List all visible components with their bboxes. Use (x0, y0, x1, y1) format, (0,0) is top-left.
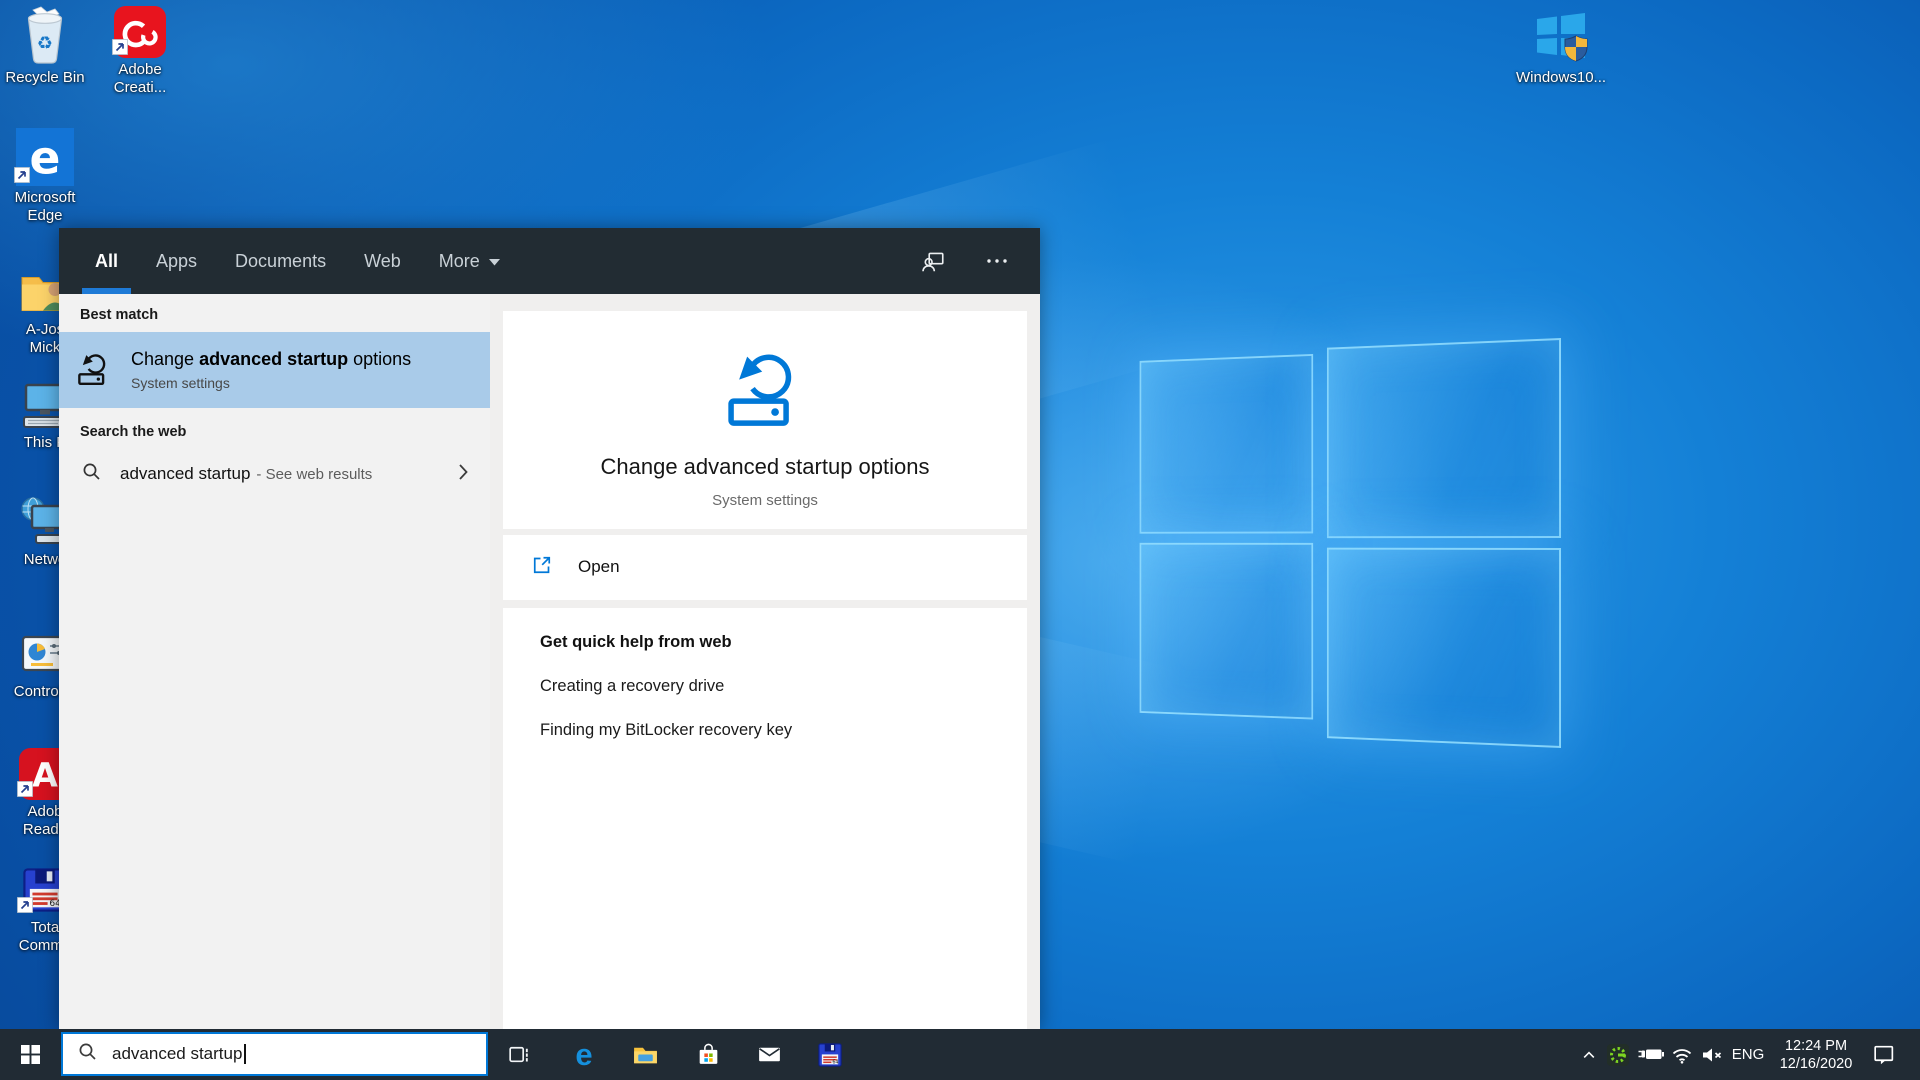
mail-icon (758, 1047, 780, 1062)
tab-label: Documents (235, 250, 327, 271)
result-subtitle: System settings (712, 492, 818, 509)
web-search-result[interactable]: advanced startup - See web results (59, 449, 490, 499)
wallpaper-logo-pane (1326, 338, 1561, 539)
windows-search-panel: All Apps Documents Web More Best match C… (59, 228, 1040, 1031)
search-filter-bar: All Apps Documents Web More (59, 228, 1040, 294)
best-match-text: Change advanced startup options System s… (131, 349, 411, 391)
taskbar: advanced startup e 64 ENG 12:24 PM 12/16… (0, 1029, 1920, 1080)
tray-app-icon[interactable] (1606, 1029, 1630, 1080)
result-title: Change advanced startup options (600, 454, 930, 479)
web-query-text: advanced startup (120, 464, 251, 483)
desktop-icon-label: Recycle Bin (5, 69, 85, 86)
tab-label: All (95, 250, 119, 271)
tab-apps[interactable]: Apps (153, 228, 200, 294)
tray-show-hidden-icons[interactable] (1578, 1029, 1600, 1080)
action-center-button[interactable] (1866, 1029, 1900, 1080)
shortcut-arrow-icon (17, 781, 33, 802)
microsoft-edge-icon: e (14, 128, 74, 188)
adobe-creative-cloud-icon (112, 6, 166, 60)
quick-help-link[interactable]: Finding my BitLocker recovery key (540, 721, 1027, 740)
desktop-icon-label: Windows10... (1516, 69, 1607, 86)
clock-time: 12:24 PM (1784, 1037, 1848, 1054)
user-account-icon[interactable] (916, 244, 950, 278)
search-detail-pane: Change advanced startup options System s… (490, 294, 1040, 1031)
clock-date: 12/16/2020 (1779, 1055, 1853, 1072)
result-preview-card: Change advanced startup options System s… (503, 311, 1027, 529)
tab-documents[interactable]: Documents (232, 228, 329, 294)
taskbar-app-edge[interactable]: e (562, 1029, 606, 1080)
advanced-startup-icon (75, 351, 113, 389)
advanced-startup-icon (721, 347, 809, 440)
web-hint-text: - See web results (256, 465, 373, 483)
taskbar-app-file-explorer[interactable] (623, 1029, 667, 1080)
more-options-icon[interactable] (980, 244, 1014, 278)
shortcut-arrow-icon (17, 897, 33, 918)
desktop-icon-windows10-setup[interactable]: Windows10... (1516, 6, 1606, 87)
desktop-icon-adobe-creative-cloud[interactable]: Adobe Creati... (95, 6, 185, 97)
taskbar-clock[interactable]: 12:24 PM 12/16/2020 (1770, 1029, 1862, 1080)
shortcut-arrow-icon (14, 167, 30, 188)
desktop-icon-microsoft-edge[interactable]: e Microsoft Edge (0, 128, 90, 225)
quick-help-link[interactable]: Creating a recovery drive (540, 677, 1027, 696)
taskbar-search-input[interactable]: advanced startup (61, 1032, 488, 1076)
total-commander-icon: 64 (818, 1042, 842, 1067)
tab-label: Web (364, 250, 401, 271)
best-match-subtitle: System settings (131, 375, 230, 391)
search-input-value: advanced startup (112, 1044, 243, 1063)
desktop-icon-recycle-bin[interactable]: ♻ Recycle Bin (0, 6, 90, 87)
tab-more[interactable]: More (436, 228, 504, 294)
search-results-area: Best match Change advanced startup optio… (59, 294, 1040, 1031)
taskbar-app-mail[interactable] (747, 1029, 791, 1080)
svg-text:e: e (30, 132, 61, 185)
wallpaper-windows-logo (1139, 338, 1561, 748)
store-icon (699, 1043, 717, 1064)
open-external-icon (530, 553, 554, 582)
tab-all[interactable]: All (81, 228, 132, 294)
battery-charging-icon[interactable] (1636, 1029, 1666, 1080)
chevron-down-icon (488, 251, 501, 272)
open-action-label: Open (578, 557, 620, 577)
desktop-icon-label: Adobe Creati... (113, 61, 167, 96)
quick-help-heading: Get quick help from web (540, 633, 732, 652)
search-icon (81, 461, 103, 488)
taskbar-app-total-commander[interactable]: 64 (808, 1029, 852, 1080)
recycle-bin-icon: ♻ (16, 6, 74, 66)
edge-icon: e (575, 1037, 593, 1072)
svg-text:64: 64 (832, 1059, 838, 1065)
wifi-icon[interactable] (1670, 1029, 1694, 1080)
taskbar-app-store[interactable] (686, 1029, 730, 1080)
file-explorer-icon (633, 1047, 657, 1064)
tab-label: More (438, 250, 480, 271)
tab-label: Apps (156, 250, 198, 271)
volume-muted-icon[interactable] (1699, 1029, 1725, 1080)
wallpaper-logo-pane (1139, 353, 1314, 534)
shortcut-arrow-icon (112, 39, 128, 60)
wallpaper-logo-pane (1139, 542, 1314, 720)
search-header-actions (916, 228, 1014, 294)
best-match-heading: Best match (80, 307, 159, 323)
text-caret (244, 1044, 246, 1064)
open-action-row[interactable]: Open (503, 534, 1027, 601)
desktop-icon-label: Microsoft Edge (14, 189, 76, 224)
language-indicator[interactable]: ENG (1729, 1029, 1767, 1080)
search-results-list: Best match Change advanced startup optio… (59, 294, 490, 1030)
task-view-button[interactable] (496, 1029, 540, 1080)
windows10-setup-icon (1529, 6, 1593, 66)
best-match-result[interactable]: Change advanced startup options System s… (59, 332, 490, 408)
quick-help-card: Get quick help from web Creating a recov… (503, 608, 1027, 1031)
best-match-title: Change advanced startup options (131, 349, 412, 369)
chevron-right-icon[interactable] (452, 460, 474, 489)
search-icon (77, 1041, 99, 1068)
start-button[interactable] (0, 1029, 60, 1080)
tab-web[interactable]: Web (361, 228, 404, 294)
search-web-heading: Search the web (80, 424, 187, 440)
wallpaper-logo-pane (1326, 547, 1561, 748)
svg-text:A: A (32, 755, 58, 794)
windows-desktop: { "desktop_icons": [ { "label": "Recycle… (0, 0, 1920, 1080)
svg-text:♻: ♻ (37, 33, 53, 54)
